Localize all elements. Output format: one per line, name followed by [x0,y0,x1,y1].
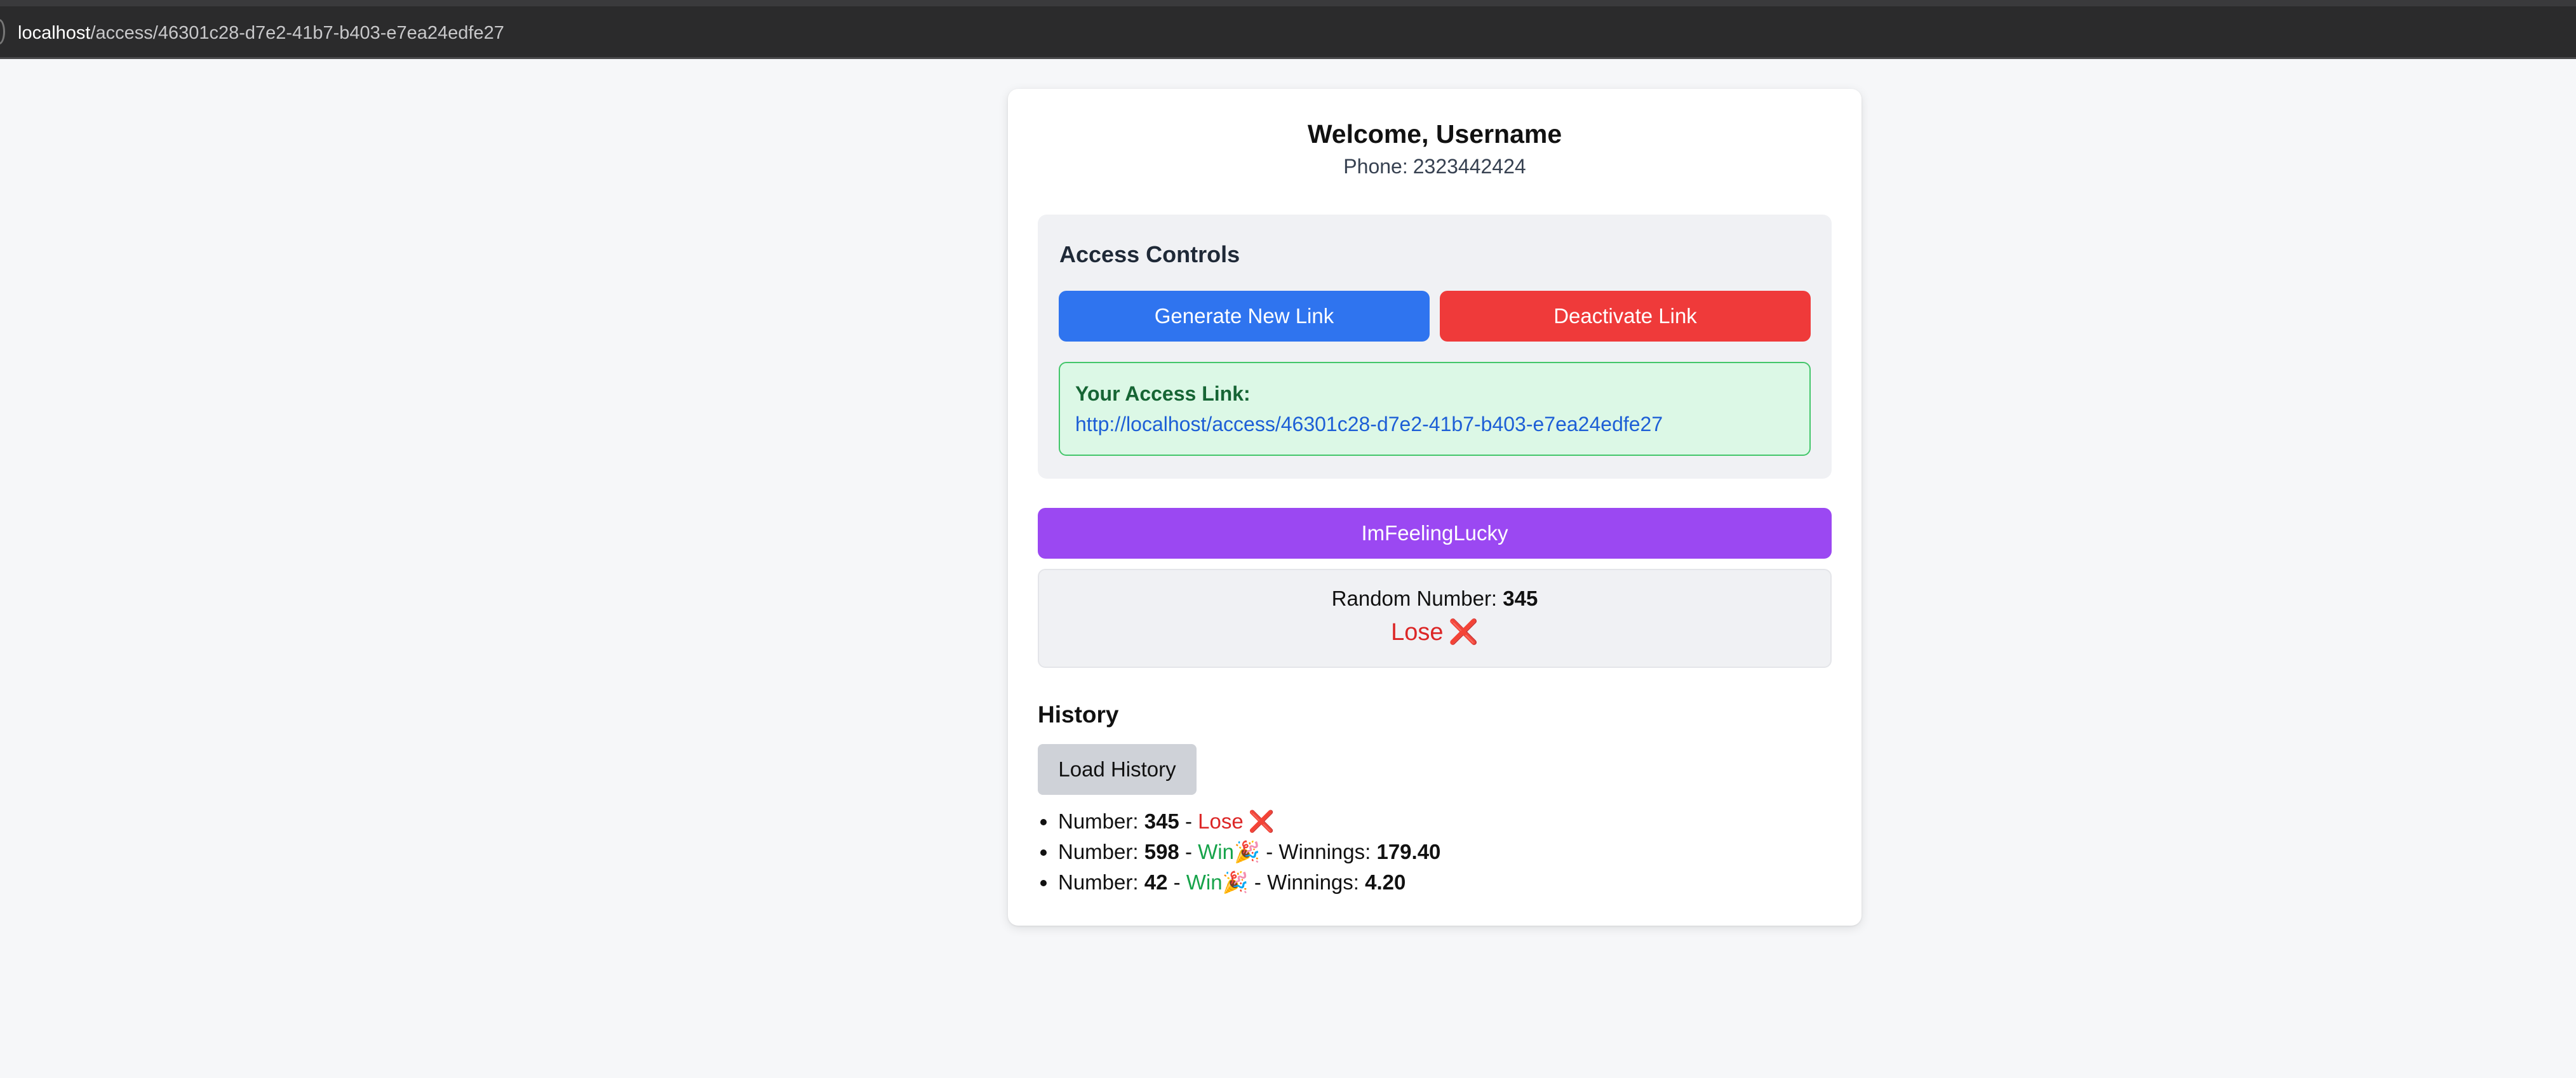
feeling-lucky-button[interactable]: ImFeelingLucky [1038,508,1832,559]
site-info-icon[interactable] [0,19,5,44]
history-list: Number: 345 - Lose ❌ Number: 598 - Win🎉 -… [1038,806,1832,898]
phone-line: Phone: 2323442424 [1008,155,1862,178]
result-status: Lose ❌ [1039,618,1830,646]
history-number: 598 [1144,840,1179,863]
history-sep: - [1254,870,1261,894]
history-number-label: Number: [1058,870,1139,894]
history-item: Number: 345 - Lose ❌ [1038,806,1832,837]
history-sep: - [1184,840,1192,863]
browser-toolbar: localhost/access/46301c28-d7e2-41b7-b403… [0,0,2576,59]
party-popper-icon: 🎉 [1222,870,1249,894]
address-bar[interactable]: localhost/access/46301c28-d7e2-41b7-b403… [18,22,504,44]
url-host: localhost [18,23,91,43]
access-link-label: Your Access Link: [1075,382,1251,405]
history-number: 42 [1144,870,1168,894]
generate-link-button[interactable]: Generate New Link [1059,291,1430,342]
history-sep: - [1184,809,1192,833]
access-link-url[interactable]: http://localhost/access/46301c28-d7e2-41… [1075,413,1663,436]
history-result: Win [1198,840,1234,863]
cross-icon: ❌ [1448,619,1479,646]
access-link-box: Your Access Link: http://localhost/acces… [1059,362,1811,456]
history-number-label: Number: [1058,809,1139,833]
history-result: Win [1186,870,1223,894]
history-winnings-label: Winnings: [1278,840,1371,863]
history-title: History [1038,702,1119,728]
access-controls-title: Access Controls [1059,241,1240,267]
history-result: Lose [1198,809,1244,833]
random-number-label: Random Number: [1331,587,1498,610]
history-winnings-label: Winnings: [1267,870,1359,894]
url-path: /access/46301c28-d7e2-41b7-b403-e7ea24ed… [90,23,504,43]
random-number-line: Random Number: 345 [1039,587,1830,611]
history-winnings: 179.40 [1376,840,1441,863]
history-number: 345 [1144,809,1179,833]
history-winnings: 4.20 [1365,870,1406,894]
party-popper-icon: 🎉 [1233,840,1261,863]
history-sep: - [1266,840,1273,863]
phone-label: Phone: [1343,155,1408,178]
history-sep: - [1173,870,1181,894]
welcome-heading: Welcome, Username [1307,119,1562,149]
result-status-text: Lose [1391,619,1444,646]
load-history-button[interactable]: Load History [1038,744,1197,795]
access-controls-panel: Access Controls Generate New Link Deacti… [1038,215,1832,479]
history-number-label: Number: [1058,840,1139,863]
history-item: Number: 42 - Win🎉 - Winnings: 4.20 [1038,867,1832,898]
random-number-value: 345 [1503,587,1538,610]
main-card: Welcome, Username Phone: 2323442424 Acces… [1008,89,1862,926]
deactivate-link-button[interactable]: Deactivate Link [1440,291,1811,342]
phone-value: 2323442424 [1412,155,1526,178]
random-result-panel: Random Number: 345 Lose ❌ [1038,569,1832,668]
history-item: Number: 598 - Win🎉 - Winnings: 179.40 [1038,837,1832,867]
cross-icon: ❌ [1248,809,1275,833]
